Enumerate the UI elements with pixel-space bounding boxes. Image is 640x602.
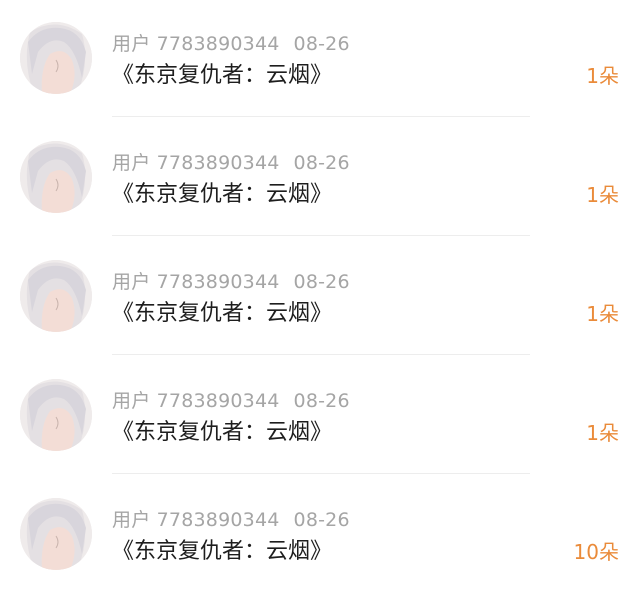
row-divider [112,116,530,117]
item-meta: 用户 7783890344 08-26 [112,267,350,294]
avatar[interactable] [20,141,92,213]
book-title[interactable]: 《东京复仇者：云烟》 [112,295,332,327]
item-meta: 用户 7783890344 08-26 [112,148,350,175]
flower-count: 10朵 [573,540,619,564]
user-avatar-icon [20,498,92,570]
item-meta: 用户 7783890344 08-26 [112,29,350,56]
row-divider [112,354,530,355]
item-date: 08-26 [293,33,350,55]
user-name[interactable]: 用户 7783890344 [112,509,280,531]
avatar[interactable] [20,260,92,332]
item-meta: 用户 7783890344 08-26 [112,505,350,532]
item-date: 08-26 [293,271,350,293]
list-item[interactable]: 用户 7783890344 08-26 《东京复仇者：云烟》 1朵 [0,0,640,118]
book-title[interactable]: 《东京复仇者：云烟》 [112,414,332,446]
gift-record-list: 用户 7783890344 08-26 《东京复仇者：云烟》 1朵 用户 7783… [0,0,640,602]
list-item[interactable]: 用户 7783890344 08-26 《东京复仇者：云烟》 1朵 [0,238,640,356]
flower-count: 1朵 [586,183,619,207]
item-date: 08-26 [293,152,350,174]
user-name[interactable]: 用户 7783890344 [112,390,280,412]
item-date: 08-26 [293,509,350,531]
book-title[interactable]: 《东京复仇者：云烟》 [112,176,332,208]
avatar[interactable] [20,379,92,451]
user-name[interactable]: 用户 7783890344 [112,152,280,174]
user-avatar-icon [20,22,92,94]
row-divider [112,235,530,236]
user-name[interactable]: 用户 7783890344 [112,33,280,55]
list-item[interactable]: 用户 7783890344 08-26 《东京复仇者：云烟》 10朵 [0,476,640,594]
user-avatar-icon [20,379,92,451]
book-title[interactable]: 《东京复仇者：云烟》 [112,533,332,565]
list-item[interactable]: 用户 7783890344 08-26 《东京复仇者：云烟》 1朵 [0,119,640,237]
book-title[interactable]: 《东京复仇者：云烟》 [112,57,332,89]
user-avatar-icon [20,260,92,332]
avatar[interactable] [20,22,92,94]
item-date: 08-26 [293,390,350,412]
list-item[interactable]: 用户 7783890344 08-26 《东京复仇者：云烟》 1朵 [0,357,640,475]
flower-count: 1朵 [586,64,619,88]
flower-count: 1朵 [586,421,619,445]
row-divider [112,473,530,474]
flower-count: 1朵 [586,302,619,326]
item-meta: 用户 7783890344 08-26 [112,386,350,413]
user-name[interactable]: 用户 7783890344 [112,271,280,293]
avatar[interactable] [20,498,92,570]
user-avatar-icon [20,141,92,213]
